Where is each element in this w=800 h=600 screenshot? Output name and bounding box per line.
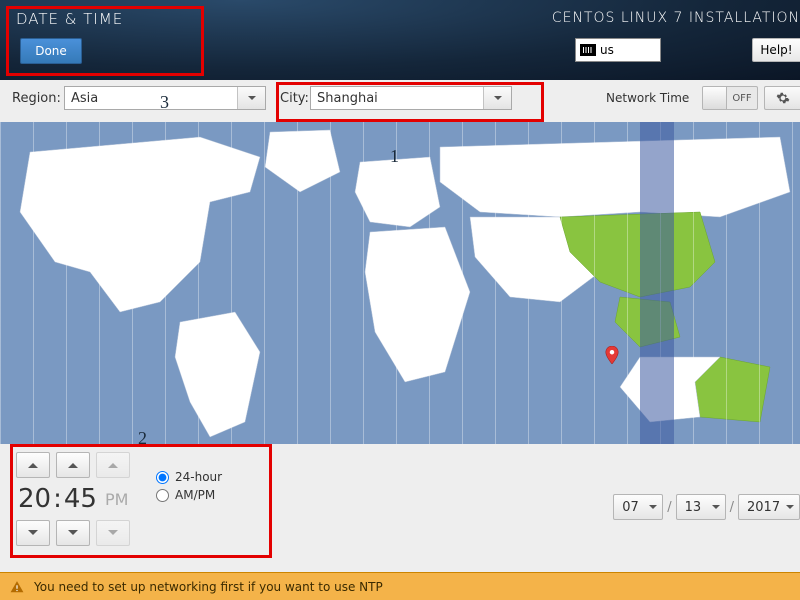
ampm-down-button[interactable] bbox=[96, 520, 130, 546]
page-title: DATE & TIME bbox=[16, 10, 123, 28]
done-button[interactable]: Done bbox=[20, 38, 82, 64]
chevron-down-icon[interactable] bbox=[707, 501, 725, 513]
keyboard-icon bbox=[580, 44, 596, 56]
date-controls: 07 / 13 / 2017 bbox=[613, 494, 800, 520]
city-combobox[interactable]: Shanghai bbox=[310, 86, 512, 110]
minutes-value: 45 bbox=[64, 484, 97, 514]
network-time-label: Network Time bbox=[606, 91, 689, 105]
time-controls: 20:45 PM bbox=[16, 452, 130, 546]
warning-banner: You need to set up networking first if y… bbox=[0, 572, 800, 600]
city-label: City: bbox=[280, 91, 309, 106]
radio-ampm[interactable]: AM/PM bbox=[156, 488, 222, 502]
selected-timezone-band bbox=[640, 122, 674, 444]
network-time-toggle[interactable]: OFF bbox=[702, 86, 758, 110]
hours-up-button[interactable] bbox=[16, 452, 50, 478]
keyboard-layout-value: us bbox=[600, 43, 614, 57]
day-combobox[interactable]: 13 bbox=[676, 494, 726, 520]
gear-icon bbox=[776, 91, 790, 105]
year-combobox[interactable]: 2017 bbox=[738, 494, 800, 520]
year-value: 2017 bbox=[747, 500, 781, 515]
hours-value: 20 bbox=[18, 484, 51, 514]
region-combobox[interactable]: Asia bbox=[64, 86, 266, 110]
time-format-radiogroup: 24-hour AM/PM bbox=[156, 466, 222, 506]
month-combobox[interactable]: 07 bbox=[613, 494, 663, 520]
selector-row: Region: Asia City: Shanghai Network Time… bbox=[0, 86, 800, 116]
toggle-knob bbox=[703, 87, 727, 109]
toggle-state: OFF bbox=[727, 87, 757, 109]
warning-icon bbox=[10, 580, 24, 594]
date-separator: / bbox=[667, 500, 671, 515]
date-separator: / bbox=[730, 500, 734, 515]
chevron-down-icon[interactable] bbox=[237, 87, 265, 109]
chevron-down-icon[interactable] bbox=[781, 501, 799, 513]
region-value: Asia bbox=[65, 91, 237, 106]
ampm-up-button[interactable] bbox=[96, 452, 130, 478]
help-button[interactable]: Help! bbox=[752, 38, 800, 62]
ampm-value: PM bbox=[105, 490, 128, 509]
region-label: Region: bbox=[12, 91, 61, 106]
radio-ampm-input[interactable] bbox=[156, 489, 169, 502]
city-value: Shanghai bbox=[311, 91, 483, 106]
day-value: 13 bbox=[685, 500, 707, 515]
chevron-down-icon[interactable] bbox=[644, 501, 662, 513]
radio-24hour[interactable]: 24-hour bbox=[156, 470, 222, 484]
hours-down-button[interactable] bbox=[16, 520, 50, 546]
radio-24hour-input[interactable] bbox=[156, 471, 169, 484]
header-bar: DATE & TIME CENTOS LINUX 7 INSTALLATION … bbox=[0, 0, 800, 80]
warning-text: You need to set up networking first if y… bbox=[34, 580, 383, 594]
minutes-up-button[interactable] bbox=[56, 452, 90, 478]
network-time-settings-button[interactable] bbox=[764, 86, 800, 110]
timezone-map[interactable] bbox=[0, 122, 800, 444]
minutes-down-button[interactable] bbox=[56, 520, 90, 546]
keyboard-layout-indicator[interactable]: us bbox=[575, 38, 661, 62]
installer-title: CENTOS LINUX 7 INSTALLATION bbox=[552, 10, 800, 26]
month-value: 07 bbox=[622, 500, 644, 515]
world-map-svg bbox=[0, 122, 800, 444]
location-pin-icon bbox=[605, 346, 619, 364]
chevron-down-icon[interactable] bbox=[483, 87, 511, 109]
